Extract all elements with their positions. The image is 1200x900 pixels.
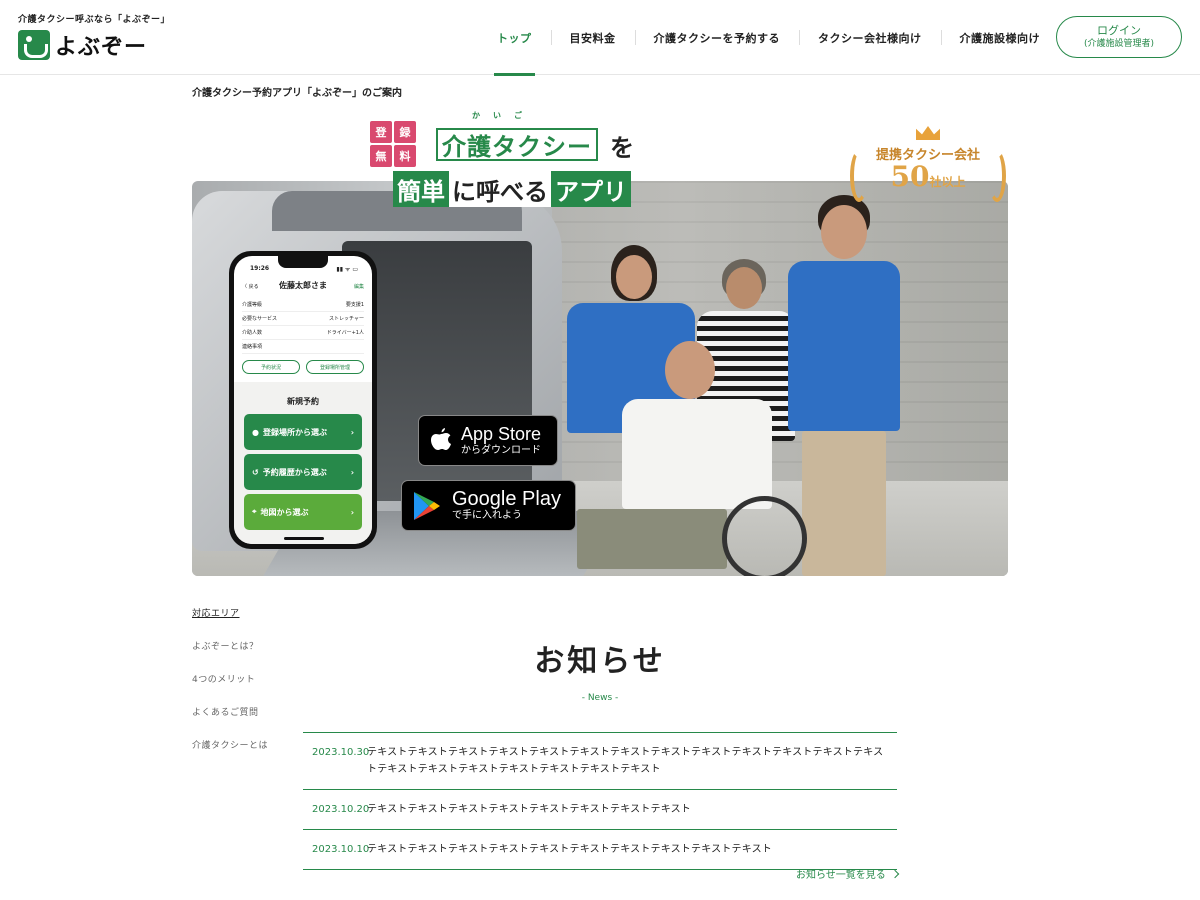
free-registration-badge: 登 録 無 料 (370, 121, 416, 167)
phone-mockup: 19:26 ▮▮ ᯤ ▭ 〈 戻る 佐藤太郎さま 編集 介護等級 要支援1 必要な… (229, 251, 377, 549)
phone-row-label: 介護等級 (242, 302, 263, 308)
google-play-badge[interactable]: Google Play で手に入れよう (401, 480, 576, 531)
login-label: ログイン (1097, 23, 1141, 37)
phone-detail-rows: 介護等級 要支援1 必要なサービス ストレッチャー 介助人数 ドライバー+1人 連絡事… (242, 298, 364, 354)
side-nav-about[interactable]: よぶぞーとは？ (192, 639, 268, 672)
crown-icon (916, 126, 940, 140)
nav-reserve[interactable]: 介護タクシーを予約する (634, 0, 800, 75)
nav-care-facilities[interactable]: 介護施設様向け (940, 0, 1060, 75)
news-date: 2023.10.20 (312, 804, 370, 815)
nav-pricing[interactable]: 目安料金 (550, 0, 635, 75)
headline-part: アプリ (551, 171, 631, 207)
chevron-right-icon: › (350, 427, 354, 437)
headline-part: 簡単 (393, 171, 449, 207)
news-title: お知らせ (534, 644, 666, 679)
free-badge-char: 料 (394, 145, 416, 167)
nav-taxi-companies[interactable]: タクシー会社様向け (799, 0, 941, 75)
headline-care-taxi: 介護タクシー (436, 128, 598, 161)
phone-pill-places: 登録場所管理 (306, 360, 364, 374)
news-text: テキストテキストテキストテキストテキストテキストテキストテキストテキストテキスト (367, 844, 772, 855)
login-button[interactable]: ログイン (介護施設管理者) (1056, 16, 1182, 58)
side-nav-area[interactable]: 対応エリア (192, 606, 268, 639)
news-item[interactable]: 2023.10.10 テキストテキストテキストテキストテキストテキストテキストテ… (303, 830, 897, 870)
phone-row-value: ドライバー+1人 (326, 330, 364, 336)
main-nav: トップ 目安料金 介護タクシーを予約する タクシー会社様向け 介護施設様向け (478, 0, 1060, 76)
wheelchair-icon (18, 30, 50, 60)
phone-row-label: 介助人数 (242, 330, 263, 336)
logo-text: よぶぞー (55, 35, 148, 60)
nav-top[interactable]: トップ (478, 0, 551, 76)
phone-status-icons: ▮▮ ᯤ ▭ (336, 266, 358, 273)
award-unit: 社以上 (929, 175, 966, 189)
headline-easy-app: 簡単 に呼べる アプリ (393, 171, 631, 207)
site-header: 介護タクシー呼ぶなら「よぶぞー」 よぶぞー トップ 目安料金 介護タクシーを予約… (0, 0, 1200, 76)
app-store-sub: からダウンロード (461, 444, 541, 456)
free-badge-char: 無 (370, 145, 392, 167)
award-count: 50社以上 (848, 160, 1008, 193)
history-icon: ↺ (252, 467, 259, 477)
news-subtitle: - News - (581, 693, 619, 703)
phone-button-history: ↺ 予約履歴から選ぶ › (244, 454, 362, 490)
free-badge-char: 登 (370, 121, 392, 143)
headline-particle: を (610, 134, 634, 162)
phone-row-value: 要支援1 (345, 302, 364, 308)
phone-row-label: 必要なサービス (242, 316, 278, 322)
chevron-right-icon: › (350, 507, 354, 517)
headline-ruby: かいご (472, 111, 535, 120)
chevron-right-icon (890, 869, 900, 878)
news-list: 2023.10.30 テキストテキストテキストテキストテキストテキストテキストテ… (303, 732, 897, 870)
phone-time: 19:26 (250, 265, 270, 272)
free-badge-char: 録 (394, 121, 416, 143)
news-date: 2023.10.30 (312, 747, 370, 758)
phone-row-label: 連絡事項 (242, 344, 263, 350)
news-more-label: お知らせ一覧を見る (796, 870, 886, 881)
apple-icon (431, 427, 451, 450)
award-number: 50 (890, 160, 930, 193)
google-play-sub: で手に入れよう (452, 510, 522, 522)
phone-button-map: ⌖ 地図から選ぶ › (244, 494, 362, 530)
logo[interactable]: 介護タクシー呼ぶなら「よぶぞー」 よぶぞー (18, 12, 170, 61)
news-item[interactable]: 2023.10.30 テキストテキストテキストテキストテキストテキストテキストテ… (303, 733, 897, 790)
headline-part: に呼べる (449, 171, 551, 207)
news-text: テキストテキストテキストテキストテキストテキストテキストテキストテキストテキスト… (367, 747, 884, 775)
app-store-label: App Store (461, 423, 542, 444)
phone-button-label: 地図から選ぶ (260, 507, 309, 517)
side-nav-what-is[interactable]: 介護タクシーとは (192, 738, 268, 771)
side-nav: 対応エリア よぶぞーとは？ 4つのメリット よくあるご質問 介護タクシーとは (192, 606, 268, 771)
news-more-link[interactable]: お知らせ一覧を見る (796, 866, 900, 881)
breadcrumb: 介護タクシー予約アプリ「よぶぞー」のご案内 (192, 88, 402, 99)
phone-edit: 編集 (353, 284, 364, 290)
side-nav-merits[interactable]: 4つのメリット (192, 672, 268, 705)
partner-award: 提携タクシー会社 50社以上 (848, 126, 1008, 206)
phone-user-name: 佐藤太郎さま (279, 281, 327, 290)
login-sub-label: (介護施設管理者) (1083, 39, 1155, 50)
app-store-badge[interactable]: App Store からダウンロード (418, 415, 558, 466)
pin-icon: ● (252, 427, 259, 437)
phone-button-saved-places: ● 登録場所から選ぶ › (244, 414, 362, 450)
phone-button-label: 登録場所から選ぶ (262, 427, 327, 437)
phone-new-reservation: 新規予約 (287, 397, 319, 406)
google-play-label: Google Play (452, 488, 561, 511)
elderly-man-wheelchair (577, 341, 807, 576)
map-icon: ⌖ (252, 507, 257, 516)
news-text: テキストテキストテキストテキストテキストテキストテキストテキスト (367, 804, 691, 815)
side-nav-faq[interactable]: よくあるご質問 (192, 705, 268, 738)
chevron-right-icon: › (350, 467, 354, 477)
phone-pill-reservations: 予約状況 (242, 360, 300, 374)
news-date: 2023.10.10 (312, 844, 370, 855)
google-play-icon (414, 491, 440, 520)
news-item[interactable]: 2023.10.20 テキストテキストテキストテキストテキストテキストテキストテ… (303, 790, 897, 830)
logo-tagline: 介護タクシー呼ぶなら「よぶぞー」 (18, 15, 171, 25)
phone-button-label: 予約履歴から選ぶ (262, 467, 327, 477)
phone-row-value: ストレッチャー (329, 316, 364, 322)
